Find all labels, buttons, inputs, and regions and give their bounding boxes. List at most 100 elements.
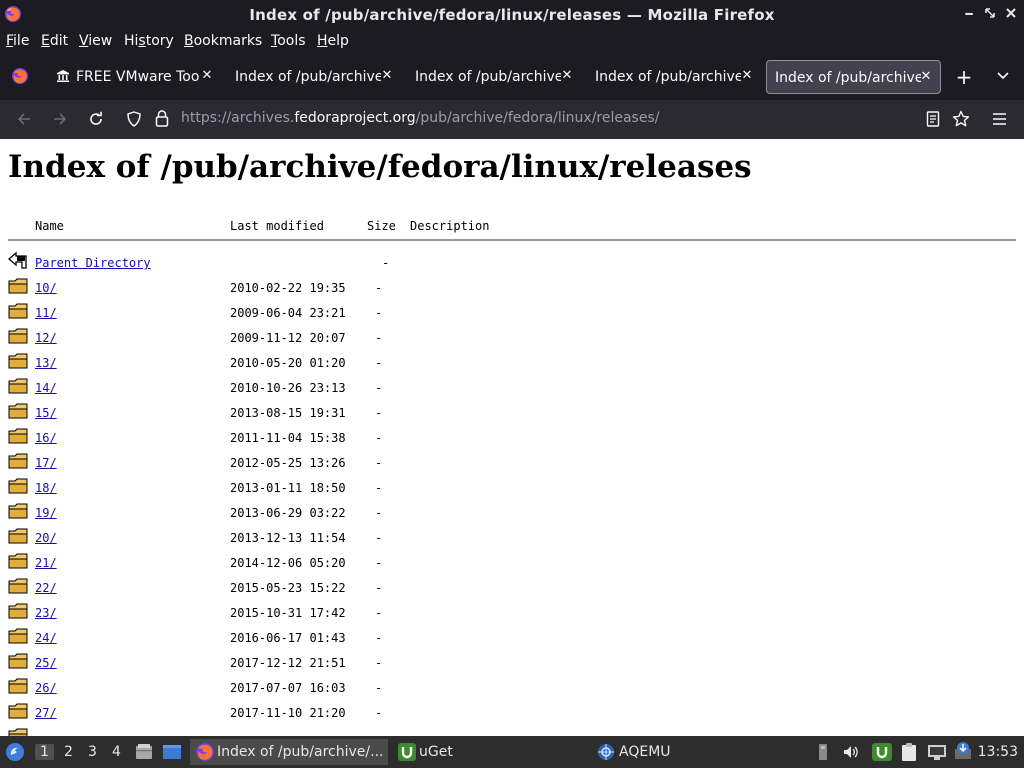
hamburger-menu-icon[interactable]	[992, 112, 1007, 126]
close-window-icon[interactable]	[1004, 7, 1018, 21]
directory-link[interactable]: 21/	[35, 556, 57, 570]
window-titlebar: Index of /pub/archive/fedora/linux/relea…	[0, 0, 1024, 29]
window-title: Index of /pub/archive/fedora/linux/relea…	[249, 6, 775, 24]
divider	[8, 239, 1016, 241]
parent-directory-link[interactable]: Parent Directory	[35, 256, 151, 270]
back-icon[interactable]	[13, 108, 35, 130]
size-cell: -	[375, 306, 383, 320]
tab-index-1[interactable]: Index of /pub/archive/ ✕	[226, 60, 400, 94]
size-cell: -	[375, 331, 383, 345]
last-modified-cell: 2016-06-17 01:43	[230, 631, 346, 645]
reader-view-icon[interactable]	[926, 111, 940, 127]
tab-label: Index of /pub/archive/	[415, 69, 561, 85]
menu-history[interactable]: History	[124, 33, 174, 49]
close-tab-icon[interactable]: ✕	[740, 68, 754, 84]
column-size-link[interactable]: Size	[367, 219, 396, 233]
folder-icon	[8, 503, 28, 519]
folder-icon	[8, 728, 28, 736]
menu-bookmarks[interactable]: Bookmarks	[184, 33, 262, 49]
directory-link[interactable]: 11/	[35, 306, 57, 320]
close-tab-icon[interactable]: ✕	[560, 68, 574, 84]
directory-row: 22/2015-05-23 15:22 -	[0, 576, 1024, 601]
last-modified-cell: 2017-07-07 16:03	[230, 681, 346, 695]
list-all-tabs-icon[interactable]	[996, 71, 1010, 81]
task-uget[interactable]: uGet	[394, 739, 474, 765]
network-icon[interactable]	[927, 743, 947, 761]
directory-link[interactable]: 20/	[35, 531, 57, 545]
usb-device-icon[interactable]	[816, 743, 830, 761]
tab-index-3[interactable]: Index of /pub/archive/ ✕	[586, 60, 760, 94]
tracking-protection-shield-icon[interactable]	[127, 111, 141, 127]
tab-index-2[interactable]: Index of /pub/archive/ ✕	[406, 60, 580, 94]
directory-link[interactable]: 25/	[35, 656, 57, 670]
url-bar[interactable]: https://archives.fedoraproject.org/pub/a…	[121, 105, 985, 133]
tab-vmware-tools[interactable]: FREE VMware Tools ✕	[46, 60, 220, 94]
directory-link[interactable]: 17/	[35, 456, 57, 470]
task-firefox[interactable]: Index of /pub/archive/...	[190, 739, 388, 765]
directory-row: 27/2017-11-10 21:20 -	[0, 701, 1024, 726]
new-tab-icon[interactable]: +	[954, 67, 974, 87]
last-modified-cell: 2014-12-06 05:20	[230, 556, 346, 570]
size-cell: -	[375, 481, 383, 495]
directory-link[interactable]: 13/	[35, 356, 57, 370]
firefox-view-icon[interactable]	[11, 67, 29, 85]
directory-row: 17/2012-05-25 13:26 -	[0, 451, 1024, 476]
task-label: Index of /pub/archive/...	[217, 744, 384, 760]
size-cell: -	[375, 456, 383, 470]
show-desktop-icon[interactable]	[162, 742, 182, 762]
menu-help[interactable]: Help	[317, 33, 349, 49]
directory-link[interactable]: 14/	[35, 381, 57, 395]
workspace-3[interactable]: 3	[88, 744, 97, 760]
tab-index-active[interactable]: Index of /pub/archive/ ✕	[766, 60, 941, 94]
volume-icon[interactable]	[842, 743, 860, 761]
file-manager-icon[interactable]	[134, 742, 154, 762]
firefox-icon	[196, 743, 214, 761]
directory-link[interactable]: 12/	[35, 331, 57, 345]
directory-link[interactable]: 18/	[35, 481, 57, 495]
close-tab-icon[interactable]: ✕	[380, 68, 394, 84]
maximize-icon[interactable]	[983, 7, 997, 21]
reload-icon[interactable]	[85, 108, 107, 130]
close-tab-icon[interactable]: ✕	[200, 68, 214, 84]
menu-edit[interactable]: Edit	[41, 33, 68, 49]
update-notifier-icon[interactable]	[953, 741, 973, 761]
directory-row: 24/2016-06-17 01:43 -	[0, 626, 1024, 651]
directory-link[interactable]: 22/	[35, 581, 57, 595]
size-cell: -	[375, 556, 383, 570]
folder-icon	[8, 328, 28, 344]
workspace-2[interactable]: 2	[64, 744, 73, 760]
clock: 13:53	[977, 744, 1018, 760]
workspace-1[interactable]: 1	[35, 744, 54, 760]
directory-link[interactable]: 19/	[35, 506, 57, 520]
lock-icon[interactable]	[155, 110, 169, 127]
bookmark-star-icon[interactable]	[952, 110, 970, 128]
column-name-link[interactable]: Name	[35, 219, 64, 233]
directory-row: 20/2013-12-13 11:54 -	[0, 526, 1024, 551]
forward-icon[interactable]	[49, 108, 71, 130]
column-last-modified-link[interactable]: Last modified	[230, 219, 324, 233]
tab-label: Index of /pub/archive/	[775, 70, 921, 86]
directory-row: 10/2010-02-22 19:35 -	[0, 276, 1024, 301]
close-tab-icon[interactable]: ✕	[919, 69, 933, 85]
uget-tray-icon[interactable]	[871, 742, 893, 762]
navigation-toolbar: https://archives.fedoraproject.org/pub/a…	[0, 100, 1024, 139]
folder-icon	[8, 278, 28, 294]
directory-link[interactable]: 24/	[35, 631, 57, 645]
directory-link[interactable]: 26/	[35, 681, 57, 695]
directory-link[interactable]: 10/	[35, 281, 57, 295]
directory-link[interactable]: 16/	[35, 431, 57, 445]
task-aqemu[interactable]: AQEMU	[594, 739, 684, 765]
minimize-icon[interactable]: ━	[962, 7, 976, 21]
directory-link[interactable]: 15/	[35, 406, 57, 420]
workspace-4[interactable]: 4	[112, 744, 121, 760]
menu-tools[interactable]: Tools	[271, 33, 306, 49]
menu-view[interactable]: View	[79, 33, 112, 49]
start-menu-icon[interactable]	[5, 742, 25, 762]
menu-file[interactable]: File	[6, 33, 29, 49]
column-description-link[interactable]: Description	[410, 219, 489, 233]
last-modified-cell: 2013-06-29 03:22	[230, 506, 346, 520]
directory-row: 21/2014-12-06 05:20 -	[0, 551, 1024, 576]
directory-link[interactable]: 23/	[35, 606, 57, 620]
clipboard-icon[interactable]	[899, 742, 919, 762]
directory-link[interactable]: 27/	[35, 706, 57, 720]
